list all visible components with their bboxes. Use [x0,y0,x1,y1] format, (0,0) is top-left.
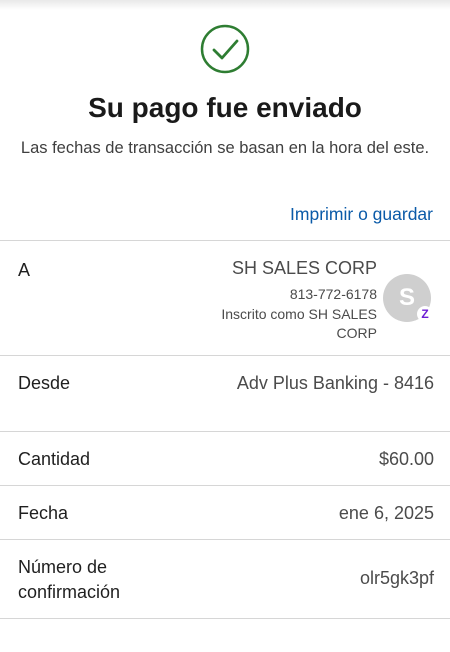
recipient-enrolled-note: Inscrito como SH SALES CORP [221,306,377,341]
recipient-phone: 813-772-6178 [289,286,377,302]
zelle-glyph: Z [421,307,429,321]
print-or-save-link[interactable]: Imprimir o guardar [290,204,433,225]
divider [0,539,450,540]
from-account: Adv Plus Banking - 8416 [236,373,434,393]
divider [0,240,450,241]
page-title: Su pago fue enviado [88,92,362,123]
to-label: A [18,260,31,280]
timezone-note: Las fechas de transacción se basan en la… [20,139,430,157]
recipient-name: SH SALES CORP [231,258,377,278]
confirmation-number: olr5gk3pf [359,568,434,588]
divider [0,355,450,356]
avatar-letter: S [398,284,415,311]
zelle-icon: Z [417,306,433,322]
amount-value: $60.00 [378,449,434,469]
amount-label: Cantidad [18,449,91,469]
divider [0,485,450,486]
confirmation-label: Número de confirmación [18,557,121,602]
divider [0,431,450,432]
top-shadow [0,0,450,10]
date-value: ene 6, 2025 [338,503,434,523]
date-label: Fecha [18,503,69,523]
check-circle-icon [200,24,250,74]
from-label: Desde [18,373,71,393]
divider [0,618,450,619]
